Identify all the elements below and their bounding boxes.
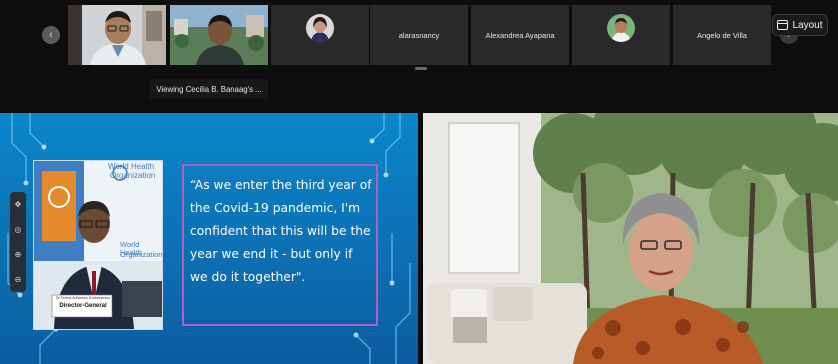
embedded-video: World Health Organization World Health O… xyxy=(33,160,163,330)
quote-box: “As we enter the third year of the Covid… xyxy=(182,164,378,326)
layout-button-label: Layout xyxy=(792,19,823,31)
participant-tile-1[interactable] xyxy=(68,5,166,65)
participant-name: Alexandrea Ayapana xyxy=(485,30,555,40)
strip-resize-handle[interactable] xyxy=(415,67,427,70)
participant-video-1 xyxy=(68,5,166,65)
annotation-toolbar: ✥ ◎ ⊕ ⊖ xyxy=(10,192,26,292)
backdrop-text: Organization xyxy=(120,250,163,259)
participant-tile-3[interactable] xyxy=(271,5,369,65)
quote-text: “As we enter the third year of the Covid… xyxy=(190,178,372,284)
backdrop-text: World Health xyxy=(108,162,155,171)
backdrop-text: Organization xyxy=(110,171,156,180)
layout-icon xyxy=(777,20,789,30)
avatar xyxy=(306,14,334,42)
zoom-in-icon[interactable]: ⊕ xyxy=(15,250,22,259)
participant-tile-6[interactable] xyxy=(572,5,670,65)
participant-tile-alexandrea-ayapana[interactable]: Alexandrea Ayapana xyxy=(471,5,569,65)
avatar xyxy=(607,14,635,42)
participant-tile-2[interactable] xyxy=(170,5,268,65)
speaker-video-image xyxy=(423,113,838,364)
participant-name: Angelo de Villa xyxy=(697,30,747,40)
viewing-label: Viewing Cecilia B. Banaag's ... xyxy=(150,79,268,99)
move-icon[interactable]: ✥ xyxy=(15,200,22,209)
layout-button[interactable]: Layout xyxy=(772,14,828,36)
nameplate-name: Dr Tedros Adhanom Ghebreyesus xyxy=(55,296,111,300)
nameplate-title: Director-General xyxy=(59,303,107,309)
participant-name: alarasnancy xyxy=(398,30,440,40)
highlight-icon[interactable]: ◎ xyxy=(15,225,22,234)
chevron-left-icon[interactable]: ‹ xyxy=(42,26,60,44)
speaker-video xyxy=(423,113,838,364)
participant-video-2 xyxy=(170,5,268,65)
zoom-out-icon[interactable]: ⊖ xyxy=(15,275,22,284)
participant-tile-angelo-de-villa[interactable]: Angelo de Villa xyxy=(673,5,771,65)
participant-tile-alarasnancy[interactable]: alarasnancy xyxy=(370,5,468,65)
